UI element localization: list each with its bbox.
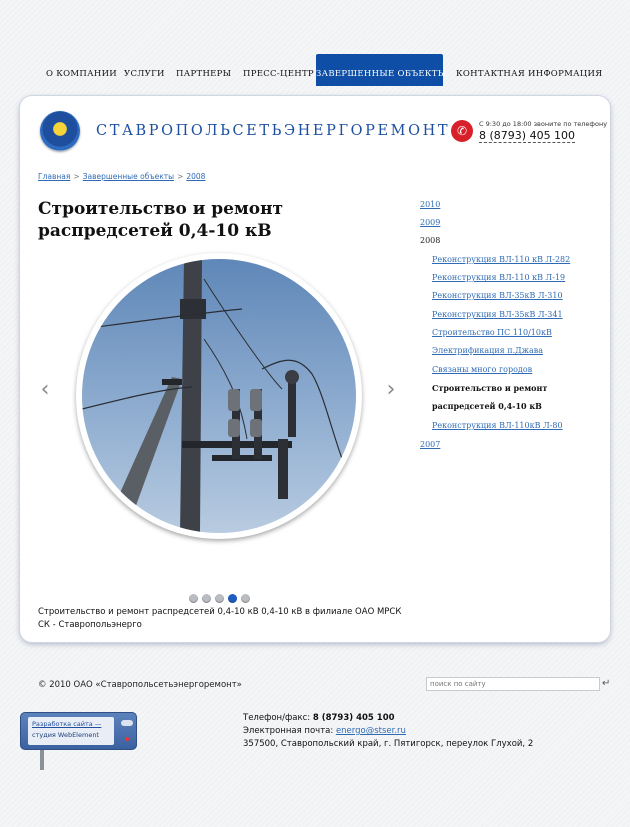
nav-item-completed-objects[interactable]: ЗАВЕРШЕННЫЕ ОБЪЕКТЫ (316, 54, 446, 86)
slide-caption: Строительство и ремонт распредсетей 0,4-… (38, 607, 402, 630)
breadcrumb-home[interactable]: Главная (38, 172, 70, 181)
phone-icon: ✆ (451, 120, 473, 142)
footer-phone-value: 8 (8793) 405 100 (312, 713, 395, 723)
chevron-right-icon[interactable]: › (384, 379, 398, 401)
slide-dot[interactable] (215, 594, 224, 603)
footer-phone-label: Телефон/факс: (243, 713, 311, 723)
badge-stand (40, 750, 44, 770)
sidebar-project-link[interactable]: Реконструкция ВЛ-35кВ Л-310 (432, 291, 563, 300)
footer-email-link[interactable]: energo@stser.ru (336, 726, 406, 736)
slide-photo (82, 259, 356, 533)
sidebar-year-2010[interactable]: 2010 (420, 200, 440, 209)
sidebar-project-current: Строительство и ремонт распредсетей 0,4-… (432, 383, 548, 411)
slideshow-frame (76, 253, 362, 539)
developer-badge[interactable]: Разработка сайта — студия WebElement (20, 712, 137, 750)
copyright: © 2010 ОАО «Ставропольсетьэнергоремонт» (38, 680, 242, 690)
sidebar-project-link[interactable]: Реконструкция ВЛ-110кВ Л-80 (432, 421, 563, 430)
footer-address: 357500, Ставропольский край, г. Пятигорс… (243, 739, 534, 749)
phone-number: 8 (8793) 405 100 (479, 129, 576, 143)
slide-dot[interactable] (189, 594, 198, 603)
developer-name: студия WebElement (32, 731, 99, 739)
sidebar-project-link[interactable]: Связаны много городов (432, 365, 532, 374)
breadcrumb-separator: > (73, 172, 80, 181)
footer-phone-row: Телефон/факс: 8 (8793) 405 100 (243, 712, 533, 725)
nav-item-contacts[interactable]: КОНТАКТНАЯ ИНФОРМАЦИЯ (456, 54, 602, 86)
badge-slot-icon (121, 720, 133, 726)
phone-hint: С 9:30 до 18:00 звоните по телефону (479, 120, 608, 128)
page-title: Строительство и ремонт распредсетей 0,4-… (38, 199, 284, 241)
breadcrumb: Главная > Завершенные объекты >2008 (38, 172, 205, 181)
sidebar-project-link[interactable]: Электрификация п.Джава (432, 346, 543, 355)
content-card: СТАВРОПОЛЬСЕТЬЭНЕРГОРЕМОНТ ✆ С 9:30 до 1… (20, 96, 610, 642)
search-input[interactable] (426, 677, 600, 691)
slide-dot[interactable] (202, 594, 211, 603)
slide-dot-active[interactable] (228, 594, 237, 603)
sidebar-year-2008: 2008 (420, 236, 441, 245)
enter-icon[interactable]: ↵ (602, 678, 610, 689)
sidebar-project-link[interactable]: Реконструкция ВЛ-35кВ Л-341 (432, 310, 563, 319)
developer-badge-screen: Разработка сайта — студия WebElement (28, 717, 114, 745)
nav-item-partners[interactable]: ПАРТНЕРЫ (176, 54, 231, 86)
footer-contacts: Телефон/факс: 8 (8793) 405 100 Электронн… (243, 712, 533, 751)
slide-dot[interactable] (241, 594, 250, 603)
sidebar-project-link[interactable]: Строительство ПС 110/10кВ (432, 328, 552, 337)
breadcrumb-2008[interactable]: 2008 (186, 172, 205, 181)
footer-email-row: Электронная почта: energo@stser.ru (243, 725, 533, 738)
breadcrumb-separator: > (177, 172, 184, 181)
sidebar-year-2009[interactable]: 2009 (420, 218, 440, 227)
footer-email-label: Электронная почта: (243, 726, 334, 736)
nav-item-about[interactable]: О КОМПАНИИ (46, 54, 117, 86)
main-nav: О КОМПАНИИ УСЛУГИ ПАРТНЕРЫ ПРЕСС-ЦЕНТР З… (0, 54, 630, 86)
nav-item-services[interactable]: УСЛУГИ (124, 54, 165, 86)
nav-item-press[interactable]: ПРЕСС-ЦЕНТР (243, 54, 314, 86)
breadcrumb-completed-objects[interactable]: Завершенные объекты (83, 172, 174, 181)
sidebar-project-link[interactable]: Реконструкция ВЛ-110 кВ Л-282 (432, 255, 570, 264)
developer-link[interactable]: Разработка сайта — (32, 719, 110, 730)
brand-name[interactable]: СТАВРОПОЛЬСЕТЬЭНЕРГОРЕМОНТ (96, 123, 450, 139)
badge-led-icon (125, 737, 129, 741)
chevron-left-icon[interactable]: ‹ (38, 379, 52, 401)
sidebar-year-2007[interactable]: 2007 (420, 440, 440, 449)
company-logo-icon[interactable] (40, 111, 80, 151)
sidebar-project-link[interactable]: Реконструкция ВЛ-110 кВ Л-19 (432, 273, 565, 282)
